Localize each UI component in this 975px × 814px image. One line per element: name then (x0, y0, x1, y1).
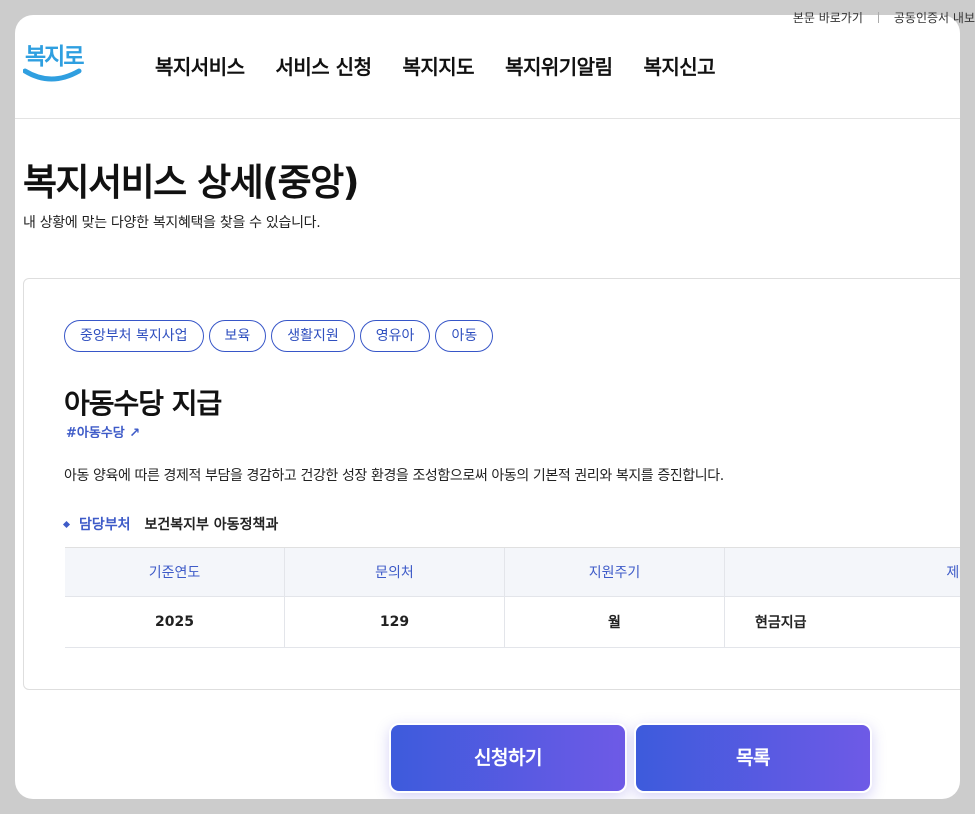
skip-to-content-link[interactable]: 본문 바로가기 (793, 9, 863, 26)
page-title: 복지서비스 상세(중앙) (23, 161, 360, 204)
header-provision-type: 제공유 (946, 565, 960, 581)
tag-infant: 영유아 (359, 320, 431, 352)
header-support-cycle: 지원주기 (505, 548, 725, 596)
nav-welfare-map[interactable]: 복지지도 (402, 51, 474, 80)
table-header-row: 기준연도 문의처 지원주기 제공유 (65, 548, 960, 597)
external-link-icon: ↗ (129, 426, 141, 438)
logo-text: 복지로 (25, 44, 85, 70)
value-base-year: 2025 (65, 597, 285, 647)
service-info-table: 기준연도 문의처 지원주기 제공유 2025 129 월 현금지급 (65, 547, 960, 648)
value-provision-type: 현금지급 (755, 615, 807, 631)
nav-crisis-alert[interactable]: 복지위기알림 (505, 51, 613, 80)
header-contact: 문의처 (285, 548, 505, 596)
tag-living-support: 생활지원 (271, 320, 355, 352)
apply-button[interactable]: 신청하기 (389, 723, 627, 793)
header-base-year: 기준연도 (65, 548, 285, 596)
utility-divider (877, 12, 879, 23)
service-description: 아동 양육에 따른 경제적 부담을 경감하고 건강한 성장 환경을 조성함으로써… (64, 468, 724, 484)
site-logo[interactable]: 복지로 (23, 37, 85, 91)
utility-links: 본문 바로가기 공동인증서 내보 (793, 9, 975, 26)
site-header: 복지로 복지서비스 서비스 신청 복지지도 복지위기알림 복지신고 (15, 15, 960, 119)
department-value: 보건복지부 아동정책과 (144, 517, 279, 533)
global-nav: 복지서비스 서비스 신청 복지지도 복지위기알림 복지신고 (155, 51, 746, 80)
table-row: 2025 129 월 현금지급 (65, 597, 960, 648)
value-support-cycle: 월 (505, 597, 725, 647)
nav-welfare-service[interactable]: 복지서비스 (155, 51, 245, 80)
hashtag-text: #아동수당 (66, 426, 125, 438)
tag-central-ministry: 중앙부처 복지사업 (64, 320, 204, 352)
nav-service-apply[interactable]: 서비스 신청 (276, 51, 372, 80)
main-window: 복지로 복지서비스 서비스 신청 복지지도 복지위기알림 복지신고 복지서비스 … (15, 15, 960, 799)
logo-smile-icon (23, 68, 82, 82)
service-detail-card: 중앙부처 복지사업 보육 생활지원 영유아 아동 아동수당 지급 #아동수당 ↗… (23, 278, 960, 690)
value-contact: 129 (285, 597, 505, 647)
nav-welfare-report[interactable]: 복지신고 (643, 51, 715, 80)
page-description: 내 상황에 맞는 다양한 복지혜택을 찾을 수 있습니다. (23, 215, 321, 231)
tag-child: 아동 (435, 320, 494, 352)
diamond-bullet-icon (62, 520, 71, 528)
service-title: 아동수당 지급 (64, 387, 222, 420)
department-info: 담당부처 보건복지부 아동정책과 (62, 514, 279, 534)
list-button[interactable]: 목록 (634, 723, 872, 793)
service-hashtag-link[interactable]: #아동수당 ↗ (66, 425, 140, 438)
category-tags: 중앙부처 복지사업 보육 생활지원 영유아 아동 (64, 320, 494, 352)
department-label: 담당부처 (79, 517, 131, 533)
certificate-link[interactable]: 공동인증서 내보 (894, 9, 975, 26)
tag-childcare: 보육 (208, 320, 267, 352)
